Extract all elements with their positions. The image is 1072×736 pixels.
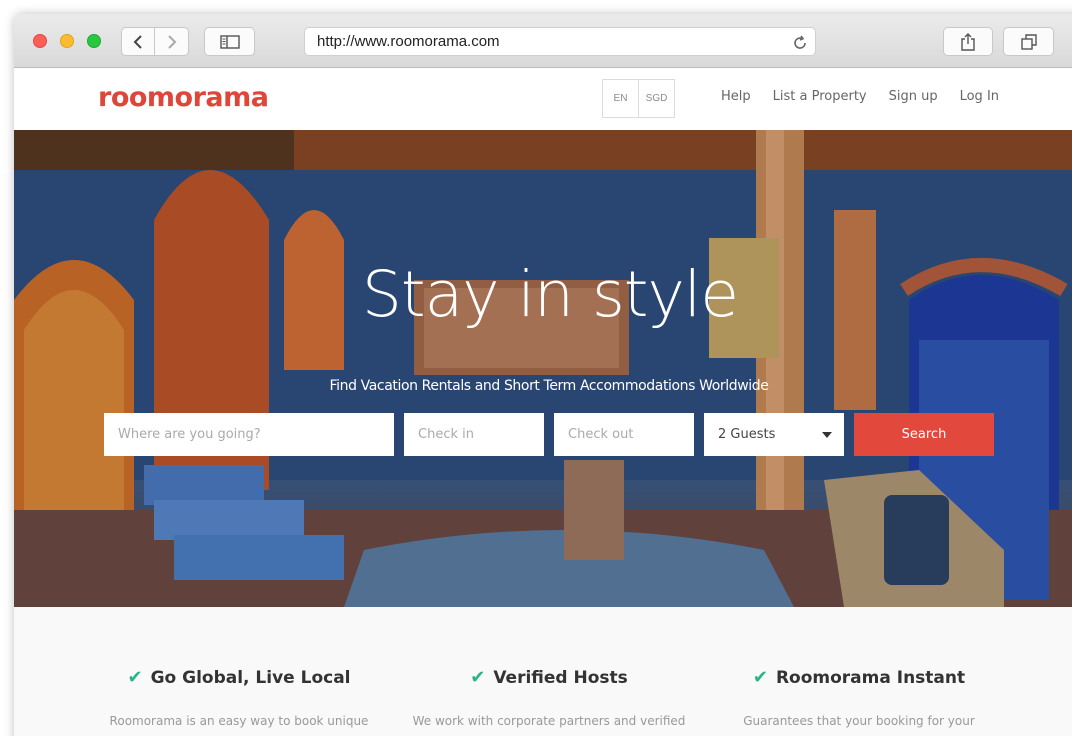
check-icon: ✔ <box>470 667 486 688</box>
minimize-window-button[interactable] <box>60 34 74 48</box>
feature-title: Go Global, Live Local <box>150 668 351 688</box>
check-icon: ✔ <box>127 667 143 688</box>
feature-title: Verified Hosts <box>493 668 628 688</box>
forward-button[interactable] <box>155 27 189 56</box>
hero-title: Stay in style <box>361 258 739 331</box>
chevron-left-icon <box>133 34 142 49</box>
url-text: http://www.roomorama.com <box>317 33 500 50</box>
address-bar[interactable]: http://www.roomorama.com <box>304 27 816 56</box>
language-currency-selector[interactable]: EN SGD <box>602 79 675 118</box>
roomorama-logo[interactable]: roomorama <box>98 82 269 113</box>
check-out-input[interactable]: Check out <box>554 413 694 456</box>
feature-go-global: ✔ Go Global, Live Local Roomorama is an e… <box>99 667 379 728</box>
check-icon: ✔ <box>752 667 768 688</box>
zoom-window-button[interactable] <box>87 34 101 48</box>
hero-background-image <box>14 130 1072 607</box>
feature-title: Roomorama Instant <box>775 668 966 688</box>
back-button[interactable] <box>121 27 155 56</box>
close-window-button[interactable] <box>33 34 47 48</box>
features-section: ✔ Go Global, Live Local Roomorama is an e… <box>14 607 1072 736</box>
nav-sign-up[interactable]: Sign up <box>889 89 938 104</box>
hero-subtitle: Find Vacation Rentals and Short Term Acc… <box>329 378 769 394</box>
main-nav: Help List a Property Sign up Log In <box>721 89 999 104</box>
site-header: roomorama EN SGD Help List a Property Si… <box>14 69 1072 130</box>
feature-description: Roomorama is an easy way to book unique <box>109 714 369 728</box>
hero-banner: Stay in style Find Vacation Rentals and … <box>14 130 1072 607</box>
feature-description: Guarantees that your booking for your <box>743 714 975 728</box>
guests-value: 2 Guests <box>718 427 776 442</box>
tabs-button[interactable] <box>1003 27 1054 56</box>
sidebar-icon <box>219 34 240 49</box>
nav-help[interactable]: Help <box>721 89 751 104</box>
chevron-right-icon <box>167 34 176 49</box>
share-button[interactable] <box>943 27 993 56</box>
reload-icon[interactable] <box>792 33 808 60</box>
caret-down-icon <box>822 432 832 438</box>
currency-sgd[interactable]: SGD <box>638 80 674 117</box>
check-in-input[interactable]: Check in <box>404 413 544 456</box>
nav-log-in[interactable]: Log In <box>960 89 999 104</box>
guests-select[interactable]: 2 Guests <box>704 413 844 456</box>
tabs-icon <box>1020 33 1037 50</box>
search-button[interactable]: Search <box>854 413 994 456</box>
share-icon <box>961 32 975 51</box>
sidebar-button[interactable] <box>204 27 255 56</box>
language-en[interactable]: EN <box>603 80 638 117</box>
feature-description: We work with corporate partners and veri… <box>412 714 686 728</box>
browser-toolbar: http://www.roomorama.com <box>14 14 1072 68</box>
browser-window: http://www.roomorama.com roomorama EN SG… <box>14 14 1072 736</box>
nav-list-property[interactable]: List a Property <box>773 89 867 104</box>
feature-roomorama-instant: ✔ Roomorama Instant Guarantees that your … <box>719 667 999 728</box>
destination-input[interactable]: Where are you going? <box>104 413 394 456</box>
feature-verified-hosts: ✔ Verified Hosts We work with corporate p… <box>409 667 689 728</box>
